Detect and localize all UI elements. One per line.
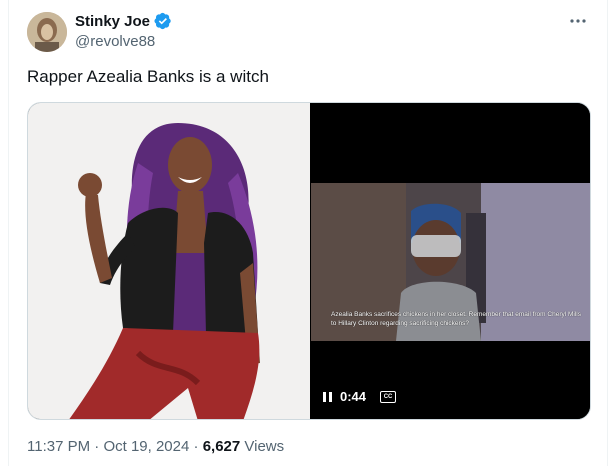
- video-caption: Azealia Banks sacrifices chickens in her…: [331, 311, 581, 327]
- captions-button[interactable]: CC: [380, 390, 397, 403]
- pause-button[interactable]: [323, 391, 332, 402]
- avatar[interactable]: [27, 12, 67, 52]
- media-grid: Azealia Banks sacrifices chickens in her…: [27, 102, 591, 420]
- person-photo-icon: [28, 103, 310, 419]
- more-icon: [570, 19, 586, 23]
- tweet-text: Rapper Azealia Banks is a witch: [27, 67, 269, 86]
- name-row: Stinky Joe: [75, 12, 172, 30]
- post-date[interactable]: Oct 19, 2024: [103, 438, 189, 455]
- views-count: 6,627: [202, 438, 241, 455]
- tweet-video[interactable]: Azealia Banks sacrifices chickens in her…: [311, 103, 590, 419]
- tweet-meta: 11:37 PM · Oct 19, 2024 · 6,627 Views: [27, 438, 284, 455]
- tweet-photo[interactable]: [28, 103, 310, 419]
- views-label: Views: [240, 438, 285, 455]
- separator: ·: [189, 438, 203, 455]
- verified-badge-icon: [154, 12, 171, 30]
- video-controls: 0:44 CC: [323, 389, 397, 404]
- handle[interactable]: @revolve88: [75, 33, 155, 50]
- tweet-card: Stinky Joe @revolve88 Rapper Azealia Ban…: [8, 0, 608, 466]
- avatar-photo-icon: [27, 12, 67, 52]
- cc-icon: CC: [383, 393, 393, 400]
- separator: ·: [90, 438, 104, 455]
- display-name[interactable]: Stinky Joe: [75, 13, 150, 30]
- more-options-button[interactable]: [567, 10, 589, 32]
- pause-icon-bar: [329, 391, 332, 402]
- video-time: 0:44: [340, 389, 367, 404]
- pause-icon: [323, 391, 326, 402]
- post-time[interactable]: 11:37 PM: [27, 438, 90, 455]
- video-frame: Azealia Banks sacrifices chickens in her…: [311, 183, 590, 341]
